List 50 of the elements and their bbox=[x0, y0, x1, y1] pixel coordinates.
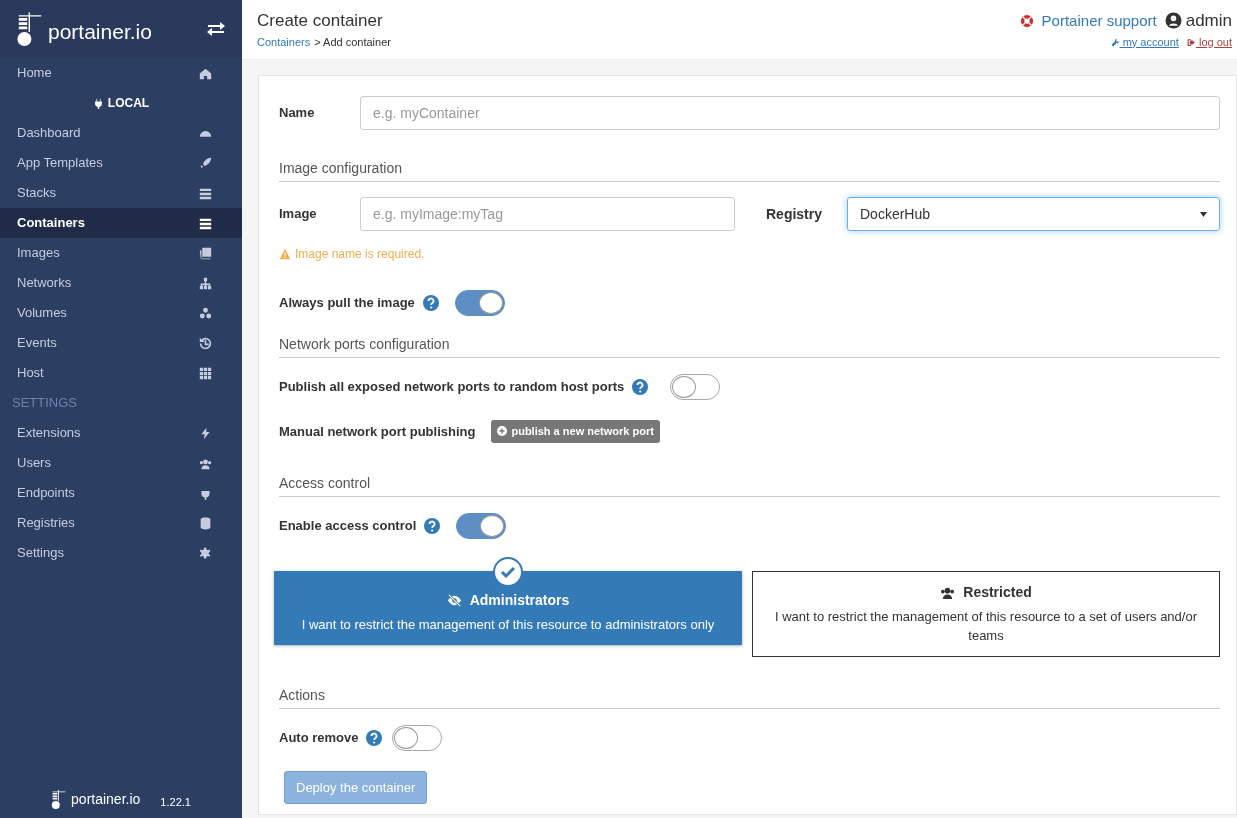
image-field[interactable]: e.g. myImage:myTag bbox=[360, 197, 735, 231]
section-title: Access control bbox=[279, 472, 1220, 497]
sidebar-item[interactable]: Dashboard bbox=[0, 118, 242, 148]
option-title: Restricted bbox=[963, 582, 1032, 602]
publish-port-button[interactable]: publish a new network port bbox=[491, 420, 660, 443]
sidebar-item[interactable]: Home bbox=[0, 58, 242, 88]
name-field[interactable]: e.g. myContainer bbox=[360, 96, 1220, 130]
sidebar-item[interactable]: Events bbox=[0, 328, 242, 358]
section-heading: SETTINGS bbox=[12, 394, 77, 413]
sidebar-item[interactable]: Registries bbox=[0, 508, 242, 538]
sidebar-item[interactable]: Settings bbox=[0, 538, 242, 568]
user-name: admin bbox=[1185, 10, 1232, 32]
breadcrumb-link[interactable]: Containers bbox=[257, 33, 311, 50]
sidebar-item[interactable]: Extensions bbox=[0, 418, 242, 448]
brand-name: portainer.io bbox=[48, 18, 152, 45]
section-title: Network ports configuration bbox=[279, 334, 1220, 358]
sidebar-item[interactable]: Host bbox=[0, 358, 242, 388]
sidebar-item[interactable]: Volumes bbox=[0, 298, 242, 328]
access-option-card[interactable]: Restricted I want to restrict the management of this resource to a set of users and/or teams bbox=[752, 570, 1220, 657]
sidebar-item[interactable]: Stacks bbox=[0, 178, 242, 208]
toggle-label: Always pull the image bbox=[279, 294, 415, 313]
section-title: Actions bbox=[279, 684, 1220, 709]
field-label: Image bbox=[279, 205, 318, 224]
section-title: Image configuration bbox=[279, 158, 1220, 182]
warning-text: Image name is required. bbox=[295, 246, 425, 263]
field-label: Manual network port publishing bbox=[279, 422, 476, 441]
option-title: Administrators bbox=[469, 590, 570, 610]
sidebar-item[interactable]: Images bbox=[0, 238, 242, 268]
breadcrumb-text: > Add container bbox=[314, 34, 391, 50]
log-out-link[interactable]: log out bbox=[1186, 33, 1232, 50]
sidebar-item[interactable]: Users bbox=[0, 448, 242, 478]
sidebar-item[interactable]: App Templates bbox=[0, 148, 242, 178]
option-description: I want to restrict the management of this resource to a set of users and/or teams bbox=[774, 607, 1198, 645]
access-option-card[interactable]: Administrators I want to restrict the management of this resource to administrators only bbox=[274, 570, 742, 645]
field-label: Name bbox=[279, 104, 316, 123]
my-account-link[interactable]: my account bbox=[1110, 33, 1179, 50]
sidebar-item[interactable]: Endpoints bbox=[0, 478, 242, 508]
option-description: I want to restrict the management of this resource to administrators only bbox=[300, 615, 716, 634]
version-label: 1.22.1 bbox=[160, 794, 191, 810]
page-title: Create container bbox=[257, 10, 384, 32]
toggle-label: Enable access control bbox=[279, 516, 417, 535]
registry-select[interactable]: DockerHub bbox=[847, 197, 1220, 231]
field-label: Registry bbox=[766, 204, 824, 224]
toggle-label: Publish all exposed network ports to random host ports bbox=[279, 378, 625, 397]
sidebar-item[interactable]: Networks bbox=[0, 268, 242, 298]
toggle-label: Auto remove bbox=[279, 728, 359, 747]
endpoint-name: LOCAL bbox=[107, 95, 150, 112]
footer-brand: portainer.io bbox=[71, 790, 141, 809]
support-link[interactable]: Portainer support bbox=[1019, 9, 1157, 32]
sidebar-item[interactable]: Containers bbox=[0, 208, 242, 238]
